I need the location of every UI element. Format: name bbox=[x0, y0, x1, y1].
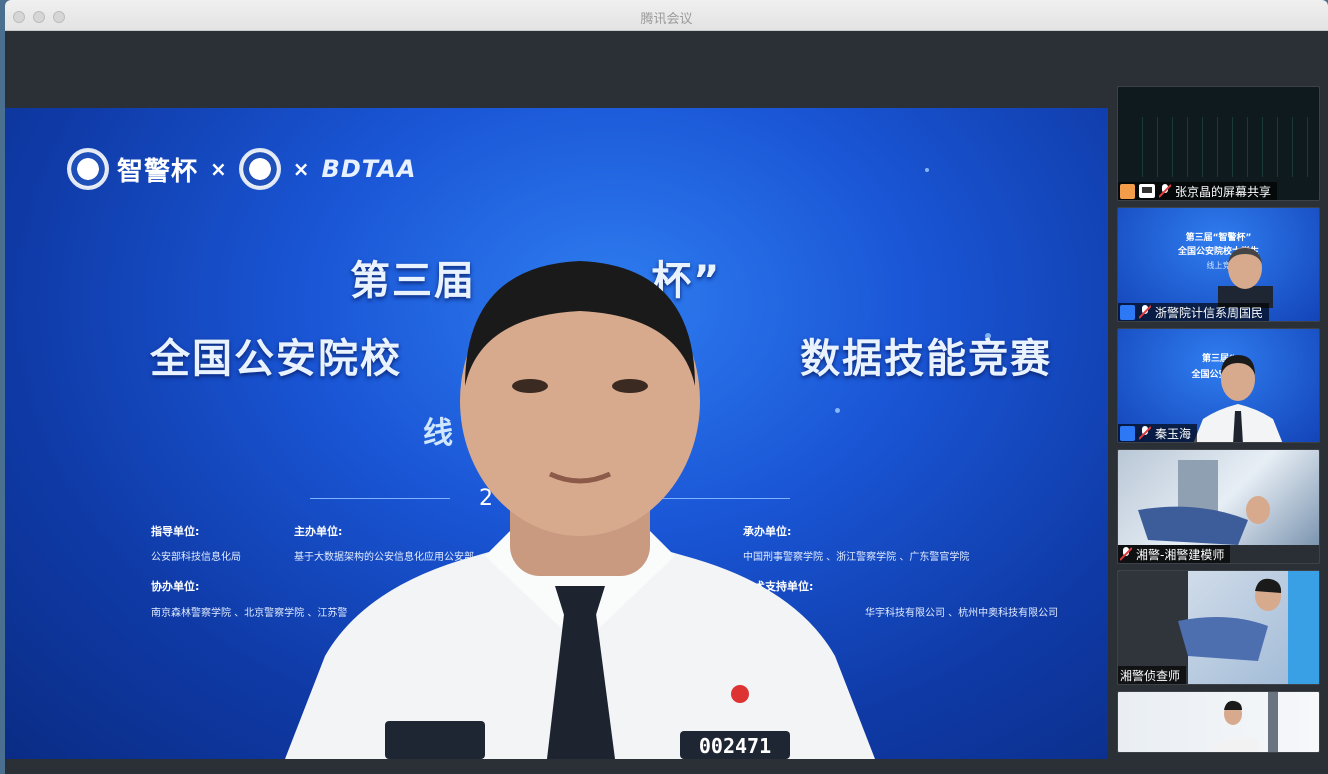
participant-name: 秦玉海 bbox=[1155, 426, 1192, 441]
tile-label: 湘警侦查师 bbox=[1118, 666, 1187, 684]
guide-text: 公安部科技信息化局 bbox=[151, 552, 241, 563]
participant-tile-investigator[interactable]: 湘警侦查师 bbox=[1117, 570, 1320, 685]
sparkle bbox=[925, 168, 929, 172]
logo-separator: × bbox=[292, 157, 310, 181]
guide-label: 指导单位: bbox=[151, 525, 200, 538]
mic-muted-icon bbox=[1139, 305, 1151, 319]
participant-tile-qin[interactable]: 第三届“ 全国公安院校 秦玉海 bbox=[1117, 328, 1320, 443]
mini-slide-line: 第三届“智警杯” bbox=[1185, 233, 1252, 243]
logo-strip: 智警杯 × × BDTAA bbox=[67, 146, 416, 192]
screen-share-preview bbox=[1128, 117, 1308, 177]
participant-sidebar: 张京晶的屏幕共享 第三届“智警杯” 全国公安院校大学生 线上竞 浙警院计信系周国… bbox=[1108, 31, 1328, 774]
user-avatar-icon bbox=[1120, 425, 1135, 441]
shared-slide: 智警杯 × × BDTAA 第三届 杯” 全国公安院校 数据技能竞赛 线 2 指… bbox=[5, 108, 1108, 759]
participant-tile-screen-share[interactable]: 张京晶的屏幕共享 bbox=[1117, 86, 1320, 201]
tech-text: 华宇科技有限公司 、杭州中奥科技有限公司 bbox=[865, 608, 1059, 619]
main-video-area[interactable]: 智警杯 × × BDTAA 第三届 杯” 全国公安院校 数据技能竞赛 线 2 指… bbox=[5, 31, 1108, 774]
co-label: 协办单位: bbox=[151, 580, 200, 593]
mic-muted-icon bbox=[1159, 184, 1171, 198]
meeting-window: 腾讯会议 智警杯 × × BDTAA 第三届 杯” 全国公安院校 数据技能竞赛 … bbox=[5, 0, 1328, 774]
police-badge-icon bbox=[67, 148, 109, 190]
logo-zhijingbei: 智警杯 bbox=[117, 156, 199, 187]
mic-muted-icon bbox=[1139, 426, 1151, 440]
speaker-video: 002471 bbox=[285, 261, 875, 759]
participant-video bbox=[1218, 247, 1273, 308]
police-emblem-icon bbox=[238, 148, 281, 190]
participant-video bbox=[1209, 692, 1278, 752]
participant-video bbox=[1193, 355, 1283, 442]
tile-label: 浙警院计信系周国民 bbox=[1118, 303, 1270, 321]
title-bar: 腾讯会议 bbox=[5, 0, 1328, 31]
participant-name: 湘警-湘警建模师 bbox=[1136, 547, 1225, 562]
screen-share-icon bbox=[1139, 184, 1155, 198]
tile-label: 秦玉海 bbox=[1118, 424, 1198, 442]
badge-number: 002471 bbox=[699, 734, 771, 758]
logo-separator: × bbox=[210, 157, 227, 181]
window-title: 腾讯会议 bbox=[640, 12, 693, 27]
participant-name: 张京晶的屏幕共享 bbox=[1175, 184, 1272, 199]
mic-muted-icon bbox=[1120, 547, 1132, 561]
participant-tile-extra[interactable] bbox=[1117, 691, 1320, 753]
participant-name: 湘警侦查师 bbox=[1120, 668, 1181, 683]
user-avatar-icon bbox=[1120, 183, 1135, 199]
participant-tile-zhou[interactable]: 第三届“智警杯” 全国公安院校大学生 线上竞 浙警院计信系周国民 bbox=[1117, 207, 1320, 322]
user-avatar-icon bbox=[1120, 304, 1135, 320]
tile-label: 湘警-湘警建模师 bbox=[1118, 545, 1231, 563]
participant-tile-modeler[interactable]: 湘警-湘警建模师 bbox=[1117, 449, 1320, 564]
tile-label: 张京晶的屏幕共享 bbox=[1118, 182, 1278, 200]
participant-name: 浙警院计信系周国民 bbox=[1155, 305, 1264, 320]
logo-bdtaa: BDTAA bbox=[321, 155, 417, 183]
